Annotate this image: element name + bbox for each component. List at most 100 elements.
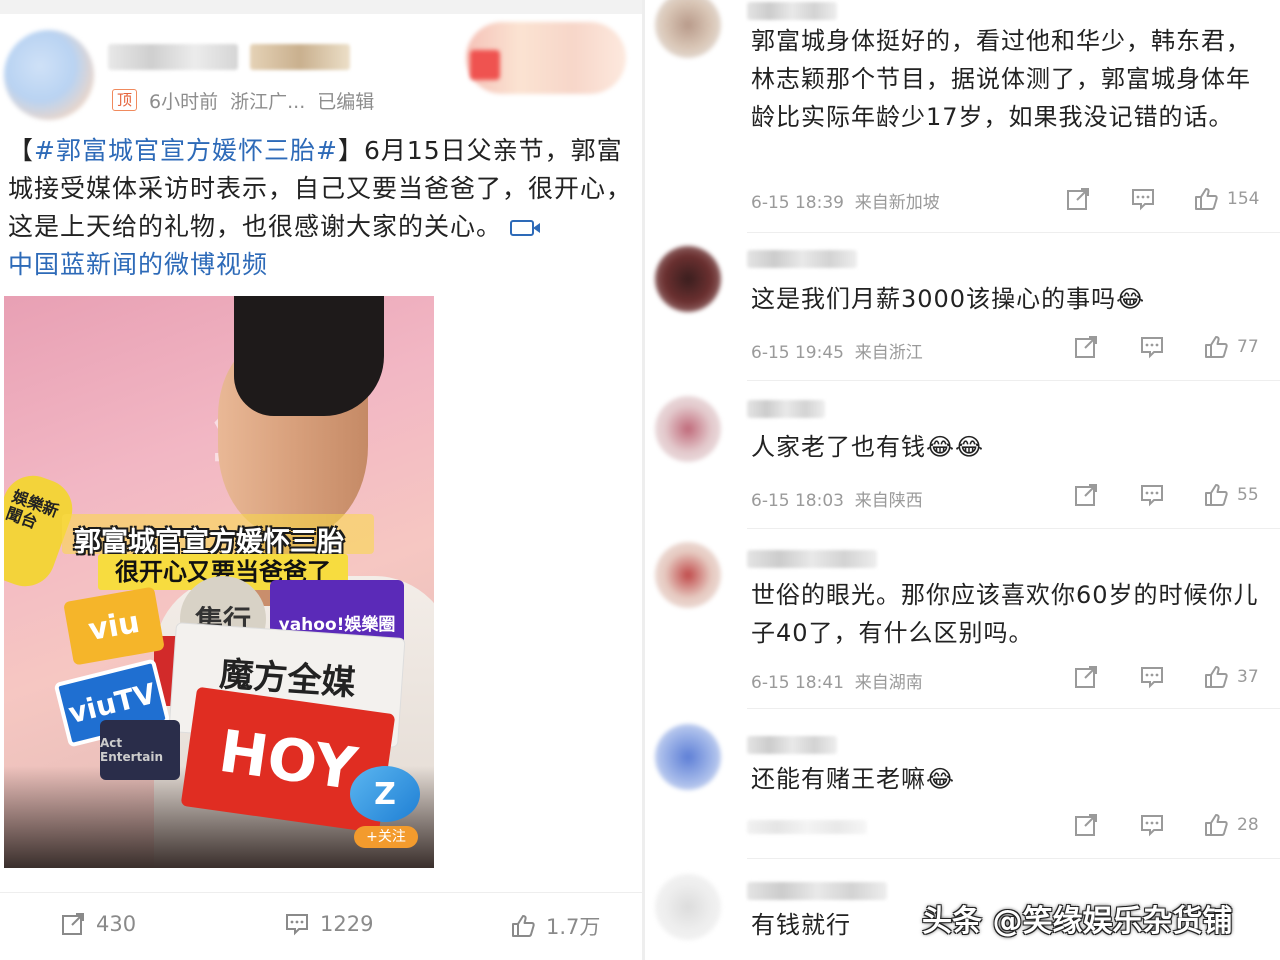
comment-from: 来自浙江 <box>854 343 923 363</box>
share-icon <box>1073 664 1099 690</box>
commenter-avatar[interactable] <box>655 874 721 940</box>
comment-time: 6-15 18:03 <box>751 491 844 511</box>
commenter-avatar[interactable] <box>655 724 721 790</box>
comment-meta: 6-15 18:39 来自新加坡 <box>751 188 940 213</box>
comment-share-button[interactable] <box>1073 812 1099 838</box>
comment-from: 来自陕西 <box>854 491 923 511</box>
commenter-name-blurred[interactable] <box>747 2 837 20</box>
comment-time: 6-15 18:41 <box>751 673 844 693</box>
comment-meta: 6-15 18:41 来自湖南 <box>751 668 923 693</box>
comment-like-button[interactable]: 28 <box>1203 812 1259 838</box>
comment-list: 郭富城身体挺好的，看过他和华少，韩东君，林志颖那个节目，据说体测了，郭富城身体年… <box>645 0 1280 960</box>
comment-item: 郭富城身体挺好的，看过他和华少，韩东君，林志颖那个节目，据说体测了，郭富城身体年… <box>645 0 1280 232</box>
comment-share-button[interactable] <box>1073 482 1099 508</box>
commenter-name-blurred[interactable] <box>747 400 825 418</box>
comment-meta-blurred <box>747 820 867 834</box>
video-source-link[interactable]: 中国蓝新闻的微博视频 <box>8 250 268 279</box>
comment-text: 这是我们月薪3000该操心的事吗😂 <box>751 285 1146 313</box>
bracket-close: 】 <box>337 136 364 165</box>
post-action-bar: 430 1229 1.7万 <box>0 892 642 960</box>
comment-like-count: 55 <box>1237 485 1259 505</box>
top-strip <box>0 0 642 14</box>
like-icon <box>1193 186 1219 212</box>
like-icon <box>1203 812 1229 838</box>
video-person-hair <box>234 296 384 416</box>
comment-share-button[interactable] <box>1065 186 1091 212</box>
post-time: 6小时前 <box>149 90 219 113</box>
comment-icon <box>1139 664 1165 690</box>
post-body: 【#郭富城官宣方媛怀三胎#】6月15日父亲节，郭富城接受媒体采访时表示，自己又要… <box>8 132 638 284</box>
comment-reply-button[interactable] <box>1130 186 1156 212</box>
comment-button[interactable]: 1229 <box>284 911 373 937</box>
commenter-name-blurred[interactable] <box>747 882 887 900</box>
post-location: 浙江广... <box>230 90 306 113</box>
share-count: 430 <box>96 912 137 936</box>
post-edited: 已编辑 <box>317 90 375 113</box>
comment-like-button[interactable]: 154 <box>1193 186 1259 212</box>
comment-reply-button[interactable] <box>1139 334 1165 360</box>
share-icon <box>1073 334 1099 360</box>
author-name-blurred[interactable] <box>108 44 238 70</box>
pinned-badge: 顶 <box>112 89 138 111</box>
video-player[interactable]: 钅 娛樂新聞台 郭富城官宣方媛怀三胎 很开心又要当爸爸了 viu viuTV 集… <box>4 296 434 868</box>
share-icon <box>1065 186 1091 212</box>
commenter-avatar[interactable] <box>655 0 721 58</box>
mic-dark: Act Entertain <box>100 720 180 780</box>
commenter-name-blurred[interactable] <box>747 736 837 754</box>
video-icon[interactable] <box>510 220 541 236</box>
like-icon <box>1203 334 1229 360</box>
follow-button[interactable]: +关注 <box>354 826 418 848</box>
comment-like-button[interactable]: 77 <box>1203 334 1259 360</box>
comment-share-button[interactable] <box>1073 334 1099 360</box>
comment-reply-button[interactable] <box>1139 664 1165 690</box>
comment-share-button[interactable] <box>1073 664 1099 690</box>
comment-count: 1229 <box>320 912 374 936</box>
comment-text: 世俗的眼光。那你应该喜欢你60岁的时候你儿子40了，有什么区别吗。 <box>751 581 1259 647</box>
comment-like-button[interactable]: 55 <box>1203 482 1259 508</box>
vip-mark-blurred <box>470 50 500 80</box>
comment-text: 人家老了也有钱😂😂 <box>751 433 985 461</box>
comment-item: 世俗的眼光。那你应该喜欢你60岁的时候你儿子40了，有什么区别吗。 6-15 1… <box>645 528 1280 708</box>
commenter-avatar[interactable] <box>655 396 721 462</box>
comment-like-count: 37 <box>1237 667 1259 687</box>
comment-time: 6-15 18:39 <box>751 193 844 213</box>
comment-item: 这是我们月薪3000该操心的事吗😂 6-15 19:45 来自浙江 77 <box>645 232 1280 382</box>
comment-item: 人家老了也有钱😂😂 6-15 18:03 来自陕西 55 <box>645 380 1280 530</box>
comment-from: 来自新加坡 <box>854 193 940 213</box>
toutiao-watermark: 头条 @笑缘娱乐杂货铺 <box>922 904 1233 939</box>
weibo-post: 顶 6小时前 浙江广... 已编辑 【#郭富城官宣方媛怀三胎#】6月15日父亲节… <box>0 0 642 960</box>
like-button[interactable]: 1.7万 <box>510 911 600 941</box>
mic-viu-orange: viu <box>63 586 165 666</box>
share-icon <box>60 911 86 937</box>
comment-icon <box>284 911 310 937</box>
comment-from: 来自湖南 <box>854 673 923 693</box>
like-icon <box>1203 482 1229 508</box>
comment-reply-button[interactable] <box>1139 482 1165 508</box>
share-icon <box>1073 482 1099 508</box>
comment-item: 还能有赌王老嘛😂 28 <box>645 708 1280 858</box>
comment-icon <box>1139 482 1165 508</box>
like-count: 1.7万 <box>546 915 601 939</box>
comment-icon <box>1139 334 1165 360</box>
commenter-avatar[interactable] <box>655 542 721 608</box>
comment-like-count: 28 <box>1237 815 1259 835</box>
commenter-name-blurred[interactable] <box>747 250 857 268</box>
commenter-name-blurred[interactable] <box>747 550 877 568</box>
commenter-avatar[interactable] <box>655 246 721 312</box>
zhejiang-news-logo: Z <box>350 766 420 822</box>
comment-like-count: 154 <box>1227 189 1260 209</box>
share-icon <box>1073 812 1099 838</box>
comment-icon <box>1139 812 1165 838</box>
like-icon <box>510 913 536 939</box>
comment-meta: 6-15 18:03 来自陕西 <box>751 486 923 511</box>
comment-like-button[interactable]: 37 <box>1203 664 1259 690</box>
share-button[interactable]: 430 <box>60 911 136 937</box>
comment-icon <box>1130 186 1156 212</box>
comment-meta: 6-15 19:45 来自浙江 <box>751 338 923 363</box>
comment-text: 还能有赌王老嘛😂 <box>751 765 956 793</box>
comment-time: 6-15 19:45 <box>751 343 844 363</box>
bracket-open: 【 <box>8 136 35 165</box>
author-avatar[interactable] <box>4 30 94 120</box>
comment-reply-button[interactable] <box>1139 812 1165 838</box>
post-hashtag[interactable]: #郭富城官宣方媛怀三胎# <box>34 136 338 165</box>
